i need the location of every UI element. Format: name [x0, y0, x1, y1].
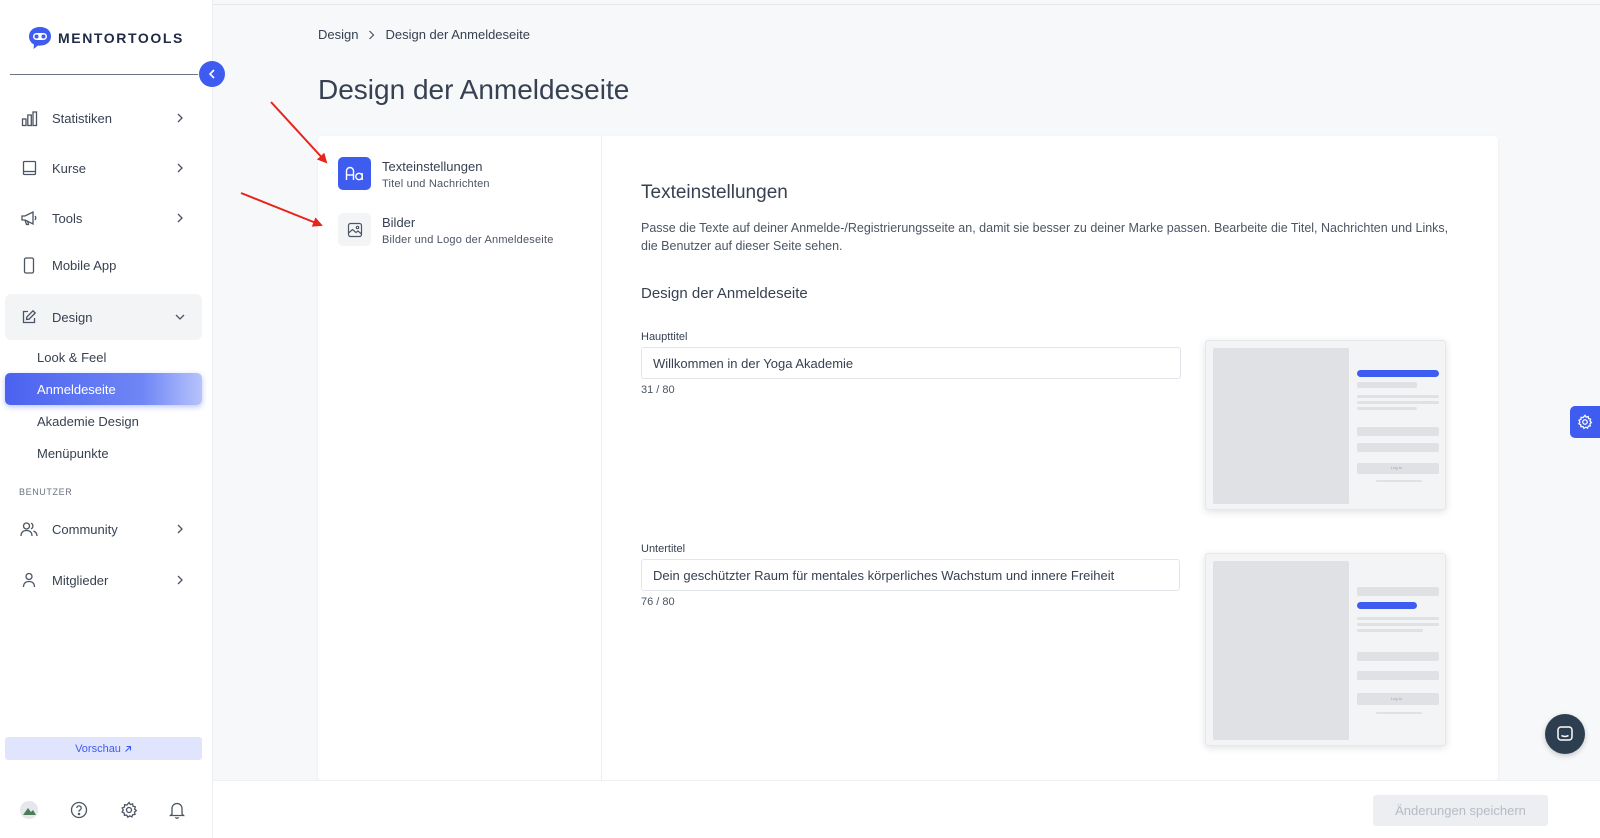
section-title: Texteinstellungen — [641, 182, 788, 203]
gear-icon[interactable] — [118, 799, 140, 821]
help-icon[interactable] — [68, 799, 90, 821]
sidebar-item-label: Mobile App — [52, 257, 117, 273]
tab-title: Texteinstellungen — [382, 159, 483, 174]
save-changes-button[interactable]: Änderungen speichern — [1373, 795, 1548, 826]
tab-subtitle: Bilder und Logo der Anmeldeseite — [382, 234, 554, 246]
collapse-sidebar-button[interactable] — [199, 61, 225, 87]
untertitel-counter: 76 / 80 — [641, 596, 675, 608]
thumbnail-line — [1376, 712, 1422, 714]
haupttitel-preview-thumbnail: Log in — [1205, 340, 1446, 510]
thumbnail-line — [1357, 623, 1439, 626]
sidebar-section-label: BENUTZER — [19, 487, 73, 497]
thumbnail-field — [1357, 427, 1439, 436]
sidebar-item-label: Statistiken — [52, 110, 112, 126]
sidebar-item-label: Tools — [52, 210, 83, 226]
sidebar-item-design[interactable]: Design — [5, 294, 202, 340]
tab-subtitle: Titel und Nachrichten — [382, 178, 490, 190]
breadcrumb-current: Design der Anmeldeseite — [385, 27, 530, 42]
top-border — [213, 4, 1600, 5]
sidebar-subitem-menuepunkte[interactable]: Menüpunkte — [5, 437, 202, 469]
phone-icon — [20, 256, 38, 274]
pencil-edit-icon — [20, 308, 38, 326]
breadcrumb-parent-link[interactable]: Design — [318, 27, 358, 42]
sidebar-bottom-toolbar — [18, 799, 198, 821]
breadcrumb: Design Design der Anmeldeseite — [318, 27, 530, 42]
thumbnail-line — [1357, 401, 1439, 404]
thumbnail-line — [1357, 395, 1439, 398]
users-icon — [20, 520, 38, 538]
sidebar-subitem-anmeldeseite[interactable]: Anmeldeseite — [5, 373, 202, 405]
chevron-right-icon — [172, 110, 188, 126]
sidebar-item-statistiken[interactable]: Statistiken — [5, 95, 202, 141]
thumbnail-title-highlight — [1357, 370, 1439, 377]
thumbnail-line — [1357, 617, 1439, 620]
sidebar-item-label: Mitglieder — [52, 572, 109, 588]
sidebar-subitem-look-and-feel[interactable]: Look & Feel — [5, 341, 202, 373]
sidebar-divider — [10, 74, 198, 75]
preview-button[interactable]: Vorschau — [5, 737, 202, 760]
chat-support-button[interactable] — [1545, 714, 1585, 754]
bell-icon[interactable] — [166, 799, 188, 821]
tab-bilder[interactable]: Bilder Bilder und Logo der Anmeldeseite — [338, 213, 554, 246]
chevron-right-icon — [368, 30, 375, 40]
thumbnail-subtitle-highlight — [1357, 602, 1417, 609]
logo-text: MENTORTOOLS — [58, 30, 184, 46]
thumbnail-field — [1357, 652, 1439, 661]
untertitel-preview-thumbnail: Log in — [1205, 553, 1446, 746]
thumbnail-line — [1357, 407, 1417, 410]
sidebar-item-mobile-app[interactable]: Mobile App — [5, 242, 202, 288]
sidebar-item-kurse[interactable]: Kurse — [5, 145, 202, 191]
tab-title: Bilder — [382, 215, 416, 230]
chat-icon — [1556, 725, 1574, 743]
haupttitel-counter: 31 / 80 — [641, 384, 675, 396]
sidebar-item-label: Kurse — [52, 160, 86, 176]
chevron-right-icon — [172, 160, 188, 176]
thumbnail-field — [1357, 443, 1439, 452]
untertitel-label: Untertitel — [641, 543, 686, 555]
thumbnail-image-area — [1213, 348, 1349, 504]
thumbnail-image-area — [1213, 561, 1349, 740]
sidebar-item-label: Community — [52, 521, 118, 537]
chevron-right-icon — [172, 572, 188, 588]
subsection-title: Design der Anmeldeseite — [641, 285, 808, 302]
chevron-down-icon — [172, 309, 188, 325]
external-link-icon — [124, 745, 132, 753]
thumbnail-line — [1357, 382, 1417, 388]
book-icon — [20, 159, 38, 177]
gear-icon — [1577, 414, 1593, 430]
floating-settings-button[interactable] — [1570, 406, 1600, 438]
avatar[interactable] — [18, 799, 40, 821]
sidebar-item-tools[interactable]: Tools — [5, 195, 202, 241]
section-description: Passe die Texte auf deiner Anmelde-/Regi… — [641, 221, 1449, 253]
text-format-icon — [338, 157, 371, 190]
card-divider — [601, 136, 602, 781]
tab-texteinstellungen[interactable]: Texteinstellungen Titel und Nachrichten — [338, 157, 490, 190]
sidebar: MENTORTOOLS Statistiken Kurse Tools Mobi… — [0, 0, 213, 838]
haupttitel-input[interactable] — [641, 347, 1181, 379]
image-icon — [338, 213, 371, 246]
untertitel-input[interactable] — [641, 559, 1180, 591]
logo[interactable]: MENTORTOOLS — [27, 26, 184, 50]
chevron-right-icon — [172, 521, 188, 537]
thumbnail-line — [1376, 480, 1422, 482]
thumbnail-line — [1357, 587, 1439, 596]
thumbnail-button-text: Log in — [1391, 465, 1402, 470]
mentortools-logo-icon — [27, 26, 53, 50]
sidebar-item-community[interactable]: Community — [5, 506, 202, 552]
thumbnail-button-text: Log in — [1391, 696, 1402, 701]
sidebar-item-mitglieder[interactable]: Mitglieder — [5, 557, 202, 603]
page-title: Design der Anmeldeseite — [318, 74, 630, 105]
megaphone-icon — [20, 209, 38, 227]
sidebar-subitem-akademie-design[interactable]: Akademie Design — [5, 405, 202, 437]
bar-chart-icon — [20, 109, 38, 127]
preview-button-label: Vorschau — [75, 742, 121, 755]
thumbnail-field — [1357, 671, 1439, 680]
thumbnail-line — [1357, 629, 1423, 632]
chevron-left-icon — [208, 69, 216, 79]
user-icon — [20, 571, 38, 589]
chevron-right-icon — [172, 210, 188, 226]
sidebar-item-label: Design — [52, 309, 93, 325]
haupttitel-label: Haupttitel — [641, 331, 688, 343]
